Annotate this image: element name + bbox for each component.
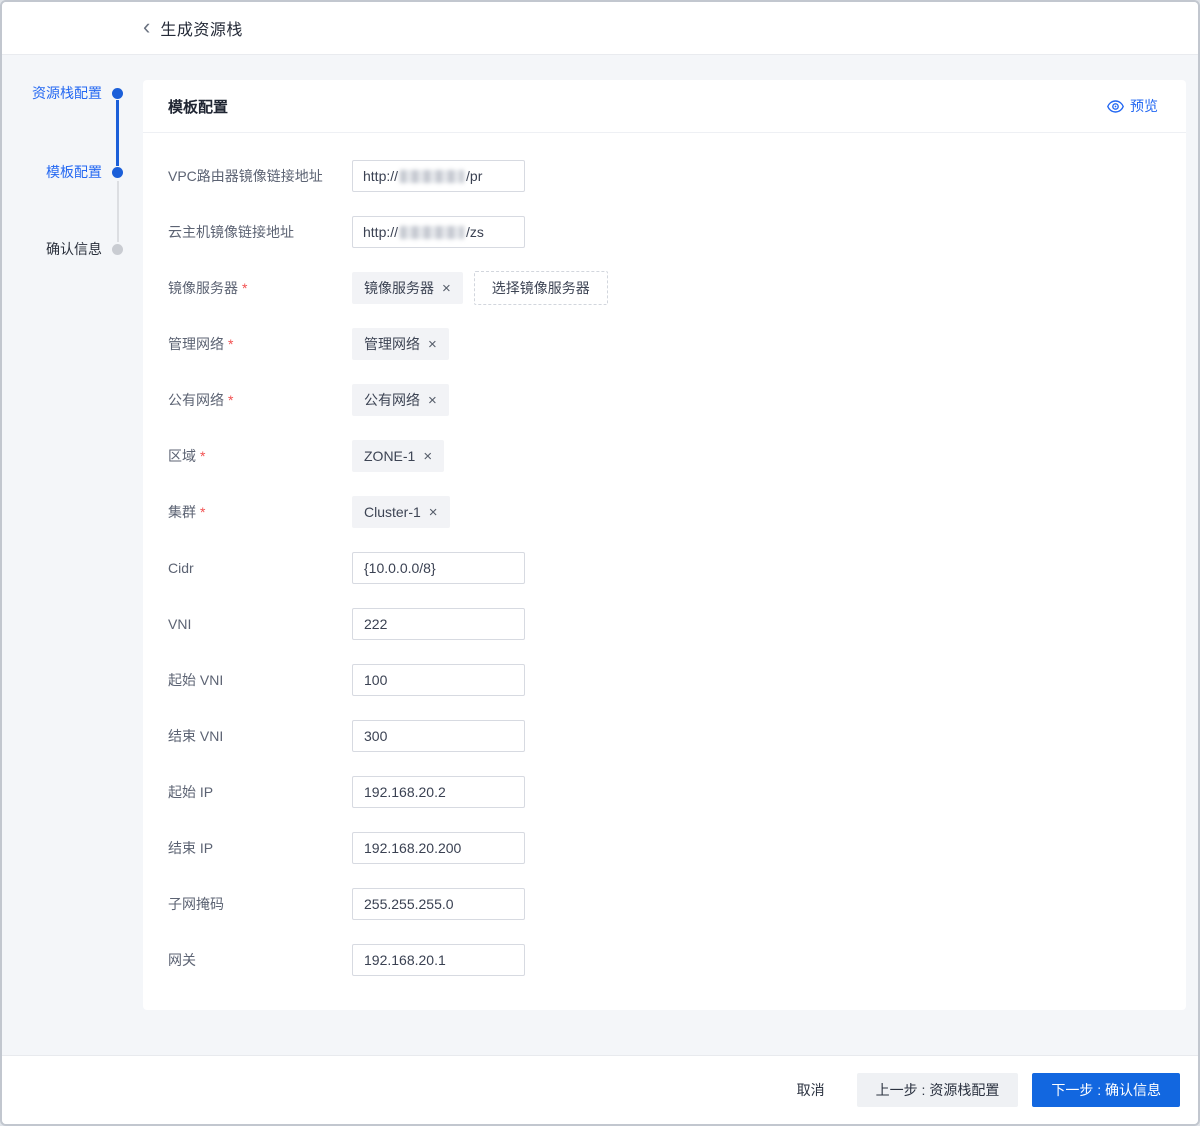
public-network-tag: 公有网络 ×	[352, 384, 449, 416]
step-dot-1	[112, 88, 123, 99]
image-server-tag: 镜像服务器 ×	[352, 272, 463, 304]
preview-label: 预览	[1130, 98, 1158, 114]
cidr-label: Cidr	[168, 560, 194, 576]
public-network-label: 公有网络 *	[168, 392, 234, 408]
mgmt-network-tag-remove-icon[interactable]: ×	[428, 337, 437, 352]
form-row-start-ip: 起始 IP	[168, 776, 1186, 808]
form-row-mgmt-network: 管理网络 * 管理网络 ×	[168, 328, 1186, 360]
start-vni-label: 起始 VNI	[168, 672, 224, 688]
netmask-input[interactable]	[352, 888, 525, 920]
mgmt-network-label: 管理网络 *	[168, 336, 234, 352]
image-server-tag-label: 镜像服务器	[364, 280, 434, 296]
step-item-1[interactable]: 资源栈配置	[32, 83, 102, 103]
form-row-image-server: 镜像服务器 * 镜像服务器 × 选择镜像服务器	[168, 271, 1186, 305]
url-suffix: /zs	[466, 224, 484, 240]
form-row-host-image-url: 云主机镜像链接地址 http:// /zs	[168, 216, 1186, 248]
form-row-gateway: 网关	[168, 944, 1186, 976]
netmask-label: 子网掩码	[168, 896, 224, 912]
start-ip-input[interactable]	[352, 776, 525, 808]
app-window: ‹ 生成资源栈 资源栈配置模板配置确认信息 模板配置 预览 VPC路由器镜像链接…	[0, 0, 1200, 1126]
cluster-label: 集群 *	[168, 504, 206, 520]
form-row-cluster: 集群 * Cluster-1 ×	[168, 496, 1186, 528]
preview-button[interactable]: 预览	[1107, 96, 1158, 116]
zone-tag-label: ZONE-1	[364, 448, 416, 464]
step-connector-active	[116, 100, 119, 166]
end-ip-label: 结束 IP	[168, 840, 214, 856]
required-asterisk: *	[242, 280, 248, 296]
template-config-panel: 模板配置 预览 VPC路由器镜像链接地址 http:// /pr 云主机镜像链接地址 h…	[143, 80, 1186, 1010]
vpc-router-image-url-input[interactable]: http:// /pr	[352, 160, 525, 192]
form-row-vpc-router-image-url: VPC路由器镜像链接地址 http:// /pr	[168, 160, 1186, 192]
required-asterisk: *	[228, 336, 234, 352]
zone-tag: ZONE-1 ×	[352, 440, 445, 472]
required-asterisk: *	[200, 448, 206, 464]
page-header: ‹ 生成资源栈	[2, 2, 1198, 55]
form-row-cidr: Cidr	[168, 552, 1186, 584]
cidr-input[interactable]	[352, 552, 525, 584]
step-connector-pending	[116, 181, 119, 242]
form-row-start-vni: 起始 VNI	[168, 664, 1186, 696]
cluster-tag-remove-icon[interactable]: ×	[429, 505, 438, 520]
end-ip-input[interactable]	[352, 832, 525, 864]
panel-title: 模板配置	[168, 98, 229, 116]
next-step-button[interactable]: 下一步 : 确认信息	[1032, 1073, 1180, 1107]
panel-header: 模板配置 预览	[143, 80, 1186, 133]
image-server-tag-remove-icon[interactable]: ×	[442, 281, 451, 296]
step-dot-2	[112, 167, 123, 178]
image-server-label: 镜像服务器 *	[168, 280, 248, 296]
form-row-end-ip: 结束 IP	[168, 832, 1186, 864]
url-prefix: http://	[363, 168, 399, 184]
url-suffix: /pr	[466, 168, 483, 184]
zone-label: 区域 *	[168, 448, 206, 464]
page-title: 生成资源栈	[160, 22, 243, 39]
vni-input[interactable]	[352, 608, 525, 640]
select-image-server-button[interactable]: 选择镜像服务器	[473, 271, 608, 305]
step-item-3[interactable]: 确认信息	[46, 239, 102, 259]
zone-tag-remove-icon[interactable]: ×	[423, 449, 432, 464]
cluster-tag: Cluster-1 ×	[352, 496, 450, 528]
required-asterisk: *	[228, 392, 234, 408]
step-item-2[interactable]: 模板配置	[46, 162, 102, 182]
required-asterisk: *	[200, 504, 206, 520]
form-row-end-vni: 结束 VNI	[168, 720, 1186, 752]
form-row-vni: VNI	[168, 608, 1186, 640]
vpc-router-image-url-label: VPC路由器镜像链接地址	[168, 168, 323, 184]
cluster-tag-label: Cluster-1	[364, 504, 421, 520]
vni-label: VNI	[168, 616, 192, 632]
gateway-label: 网关	[168, 952, 196, 968]
eye-icon	[1107, 99, 1124, 113]
cancel-button[interactable]: 取消	[797, 1080, 825, 1100]
form-row-public-network: 公有网络 * 公有网络 ×	[168, 384, 1186, 416]
gateway-input[interactable]	[352, 944, 525, 976]
mgmt-network-tag: 管理网络 ×	[352, 328, 449, 360]
mgmt-network-tag-label: 管理网络	[364, 336, 420, 352]
back-chevron-icon[interactable]: ‹	[143, 15, 150, 41]
start-ip-label: 起始 IP	[168, 784, 214, 800]
redacted-url-segment	[400, 225, 465, 239]
form-row-netmask: 子网掩码	[168, 888, 1186, 920]
public-network-tag-label: 公有网络	[364, 392, 420, 408]
host-image-url-label: 云主机镜像链接地址	[168, 224, 294, 240]
prev-step-button[interactable]: 上一步 : 资源栈配置	[856, 1073, 1019, 1107]
end-vni-input[interactable]	[352, 720, 525, 752]
template-form: VPC路由器镜像链接地址 http:// /pr 云主机镜像链接地址 http:// /z…	[143, 133, 1186, 976]
public-network-tag-remove-icon[interactable]: ×	[428, 393, 437, 408]
step-sidebar: 资源栈配置模板配置确认信息	[2, 55, 145, 1053]
footer-bar: 取消 上一步 : 资源栈配置 下一步 : 确认信息	[2, 1055, 1198, 1124]
start-vni-input[interactable]	[352, 664, 525, 696]
url-prefix: http://	[363, 224, 399, 240]
host-image-url-input[interactable]: http:// /zs	[352, 216, 525, 248]
form-row-zone: 区域 * ZONE-1 ×	[168, 440, 1186, 472]
end-vni-label: 结束 VNI	[168, 728, 224, 744]
redacted-url-segment	[400, 169, 465, 183]
step-dot-3	[112, 244, 123, 255]
